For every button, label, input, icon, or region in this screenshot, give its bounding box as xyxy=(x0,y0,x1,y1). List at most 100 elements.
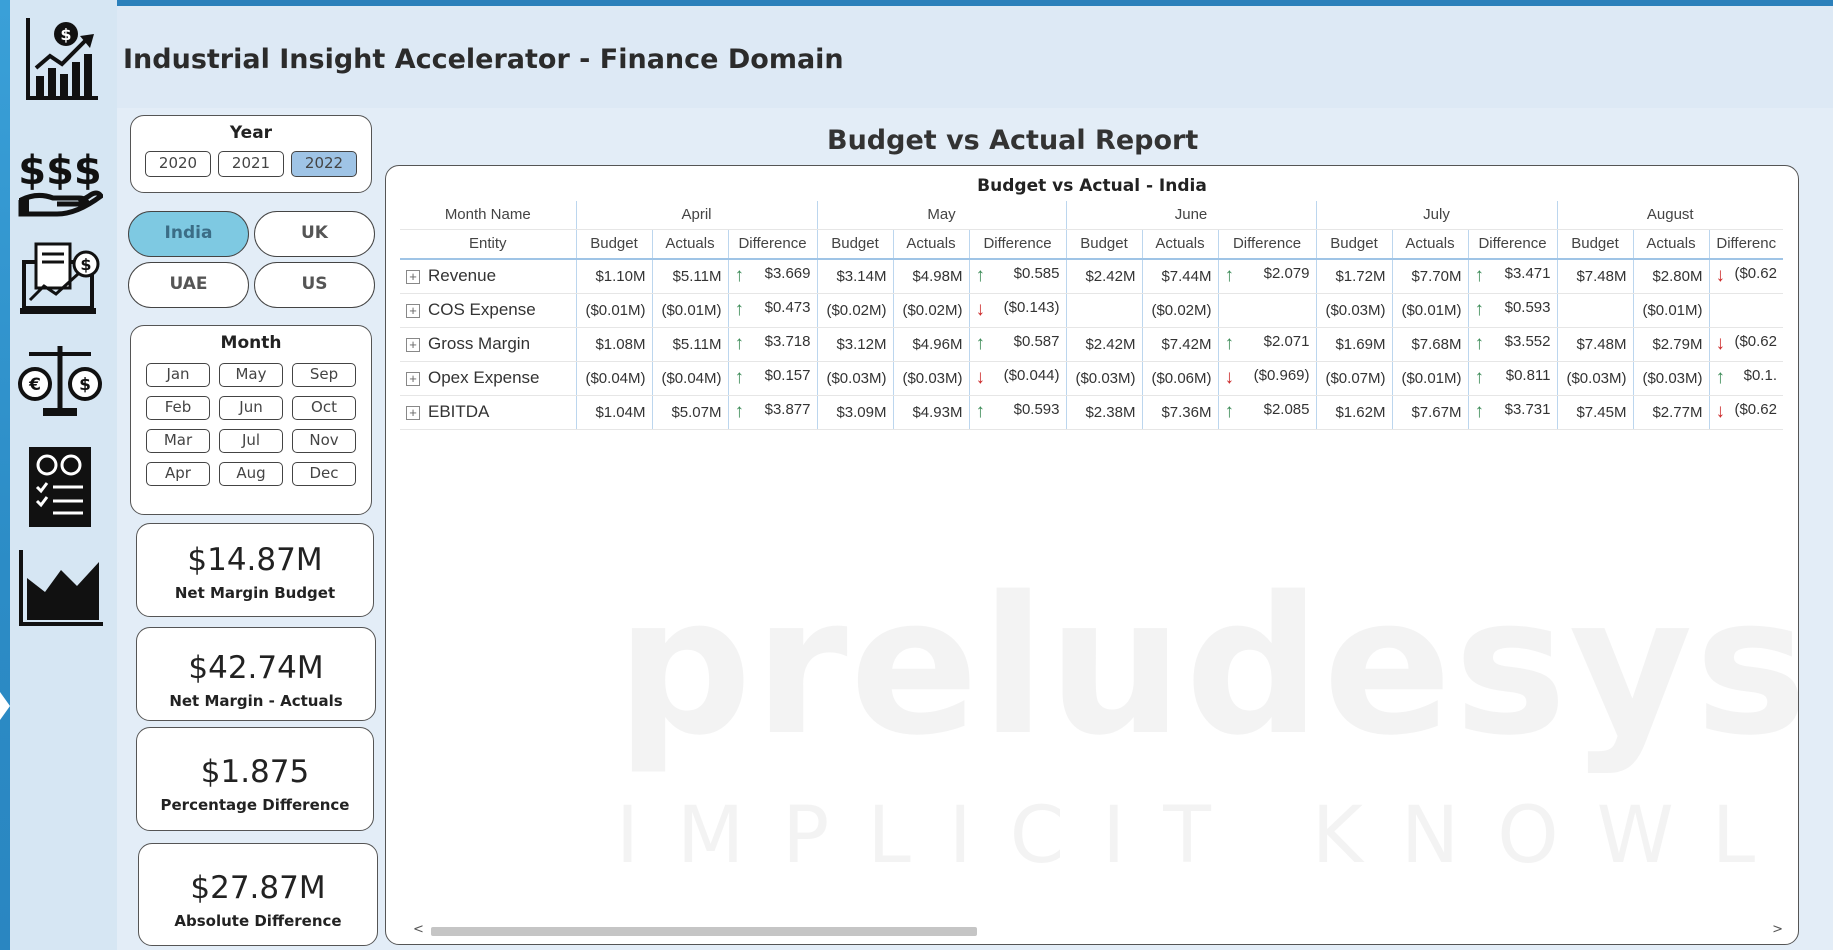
difference-cell: ↑ $0.811 xyxy=(1467,361,1557,396)
expand-icon[interactable]: + xyxy=(406,269,420,284)
budget-header[interactable]: Budget xyxy=(1315,229,1392,260)
actuals-cell: ($0.06M) xyxy=(1141,361,1218,396)
balance-scale-icon[interactable]: € $ xyxy=(14,340,106,420)
budget-header[interactable]: Budget xyxy=(816,229,893,260)
difference-value: $2.071 xyxy=(1263,333,1310,350)
table-row[interactable]: + Gross Margin $1.08M $5.11M ↑ $3.718 $3.12M $4… xyxy=(400,327,1783,362)
month-slicer-title: Month xyxy=(220,333,282,353)
month-chip-dec[interactable]: Dec xyxy=(292,462,356,486)
month-chip-jun[interactable]: Jun xyxy=(219,396,283,420)
year-slicer-title: Year xyxy=(229,123,273,143)
difference-value: $0.587 xyxy=(1013,333,1060,350)
table-row[interactable]: + Revenue $1.10M $5.11M ↑ $3.669 $3.14M $4.98M ↑… xyxy=(400,259,1783,294)
scrollbar-thumb[interactable] xyxy=(431,927,977,936)
month-chip-aug[interactable]: Aug xyxy=(219,462,283,486)
actuals-header[interactable]: Actuals xyxy=(1141,229,1218,260)
svg-text:$$$: $$$ xyxy=(18,148,102,194)
difference-cell: ↑ $0.593 xyxy=(1467,293,1557,328)
difference-cell: ↑ $2.071 xyxy=(1217,327,1316,362)
expand-icon[interactable]: + xyxy=(406,337,420,352)
country-chip-us[interactable]: US xyxy=(254,262,375,308)
difference-header[interactable]: Difference xyxy=(1217,229,1316,260)
difference-header[interactable]: Differenc xyxy=(1708,229,1783,260)
month-chip-apr[interactable]: Apr xyxy=(146,462,210,486)
month-header-april[interactable]: April xyxy=(575,201,817,230)
month-chip-oct[interactable]: Oct xyxy=(292,396,356,420)
arrow-up-icon: ↑ xyxy=(975,265,986,287)
difference-header[interactable]: Difference xyxy=(968,229,1066,260)
scroll-left-icon[interactable]: < xyxy=(413,922,424,937)
arrow-up-icon: ↑ xyxy=(734,333,745,354)
arrow-up-icon: ↑ xyxy=(1474,299,1485,320)
actuals-header[interactable]: Actuals xyxy=(1632,229,1709,260)
difference-value: $2.085 xyxy=(1263,401,1310,418)
arrow-up-icon: ↑ xyxy=(1474,401,1485,422)
month-header-june[interactable]: June xyxy=(1065,201,1316,230)
difference-header[interactable]: Difference xyxy=(727,229,817,260)
budget-cell xyxy=(1556,293,1633,328)
arrow-up-icon: ↑ xyxy=(1474,265,1485,287)
difference-value: $3.877 xyxy=(764,401,811,418)
actuals-cell: $2.79M xyxy=(1632,327,1709,362)
actuals-header[interactable]: Actuals xyxy=(651,229,728,260)
arrow-down-icon: ↓ xyxy=(1715,265,1726,287)
budget-header[interactable]: Budget xyxy=(1065,229,1142,260)
area-chart-icon[interactable] xyxy=(14,548,106,628)
expand-icon[interactable]: + xyxy=(406,371,420,386)
budget-cell: $7.48M xyxy=(1556,259,1633,294)
actuals-cell: $5.07M xyxy=(651,395,728,430)
budget-cell: ($0.04M) xyxy=(575,361,652,396)
month-chip-mar[interactable]: Mar xyxy=(146,429,210,453)
actuals-header[interactable]: Actuals xyxy=(892,229,969,260)
money-hand-icon[interactable]: $$$ xyxy=(14,142,106,218)
expand-icon[interactable]: + xyxy=(406,405,420,420)
table-row[interactable]: + Opex Expense ($0.04M) ($0.04M) ↑ $0.157 ($0.… xyxy=(400,361,1783,396)
scroll-right-icon[interactable]: > xyxy=(1772,922,1783,937)
expand-icon[interactable]: + xyxy=(406,303,420,318)
budget-header[interactable]: Budget xyxy=(575,229,652,260)
entity-cell[interactable]: + COS Expense xyxy=(400,293,576,328)
entity-cell[interactable]: + EBITDA xyxy=(400,395,576,430)
svg-text:$: $ xyxy=(80,255,91,274)
difference-cell xyxy=(1217,293,1316,328)
entity-cell[interactable]: + Gross Margin xyxy=(400,327,576,362)
month-chip-sep[interactable]: Sep xyxy=(292,363,356,387)
report-title: Budget vs Actual Report xyxy=(827,125,1199,156)
horizontal-scrollbar[interactable]: < > xyxy=(413,922,1783,938)
icon-rail: $ $$$ $ € $ xyxy=(0,0,117,950)
month-chip-jul[interactable]: Jul xyxy=(219,429,283,453)
kpi-label: Net Margin - Actuals xyxy=(169,692,343,710)
month-header-july[interactable]: July xyxy=(1315,201,1557,230)
year-chip-2020[interactable]: 2020 xyxy=(145,151,211,177)
kpi-card-net-margin-budget: $14.87M Net Margin Budget xyxy=(136,523,374,617)
table-row[interactable]: + EBITDA $1.04M $5.07M ↑ $3.877 $3.09M $4.93M ↑ $… xyxy=(400,395,1783,430)
difference-value: ($0.044) xyxy=(1003,367,1060,384)
checklist-icon[interactable] xyxy=(14,445,106,529)
growth-chart-icon[interactable]: $ xyxy=(14,16,106,102)
entity-cell[interactable]: + Opex Expense xyxy=(400,361,576,396)
month-header-august[interactable]: August xyxy=(1556,201,1783,230)
year-chip-2021[interactable]: 2021 xyxy=(218,151,284,177)
difference-header[interactable]: Difference xyxy=(1467,229,1557,260)
difference-value: $0.811 xyxy=(1505,367,1551,384)
table-row[interactable]: + COS Expense ($0.01M) ($0.01M) ↑ $0.473 ($0.0… xyxy=(400,293,1783,328)
budget-cell: $3.14M xyxy=(816,259,893,294)
month-chip-jan[interactable]: Jan xyxy=(146,363,210,387)
month-chip-may[interactable]: May xyxy=(219,363,283,387)
entity-cell[interactable]: + Revenue xyxy=(400,259,576,294)
arrow-up-icon: ↑ xyxy=(1224,401,1235,422)
month-header-may[interactable]: May xyxy=(816,201,1066,230)
report-monitor-icon[interactable]: $ xyxy=(14,240,106,322)
month-chip-nov[interactable]: Nov xyxy=(292,429,356,453)
year-chip-2022[interactable]: 2022 xyxy=(291,151,357,177)
country-chip-uk[interactable]: UK xyxy=(254,211,375,257)
difference-value: $3.471 xyxy=(1504,265,1551,283)
month-chip-feb[interactable]: Feb xyxy=(146,396,210,420)
country-chip-uae[interactable]: UAE xyxy=(128,262,249,308)
actuals-header[interactable]: Actuals xyxy=(1391,229,1468,260)
country-chip-india[interactable]: India xyxy=(128,211,249,257)
budget-cell: ($0.03M) xyxy=(816,361,893,396)
budget-cell: $2.38M xyxy=(1065,395,1142,430)
budget-header[interactable]: Budget xyxy=(1556,229,1633,260)
budget-cell: $3.09M xyxy=(816,395,893,430)
